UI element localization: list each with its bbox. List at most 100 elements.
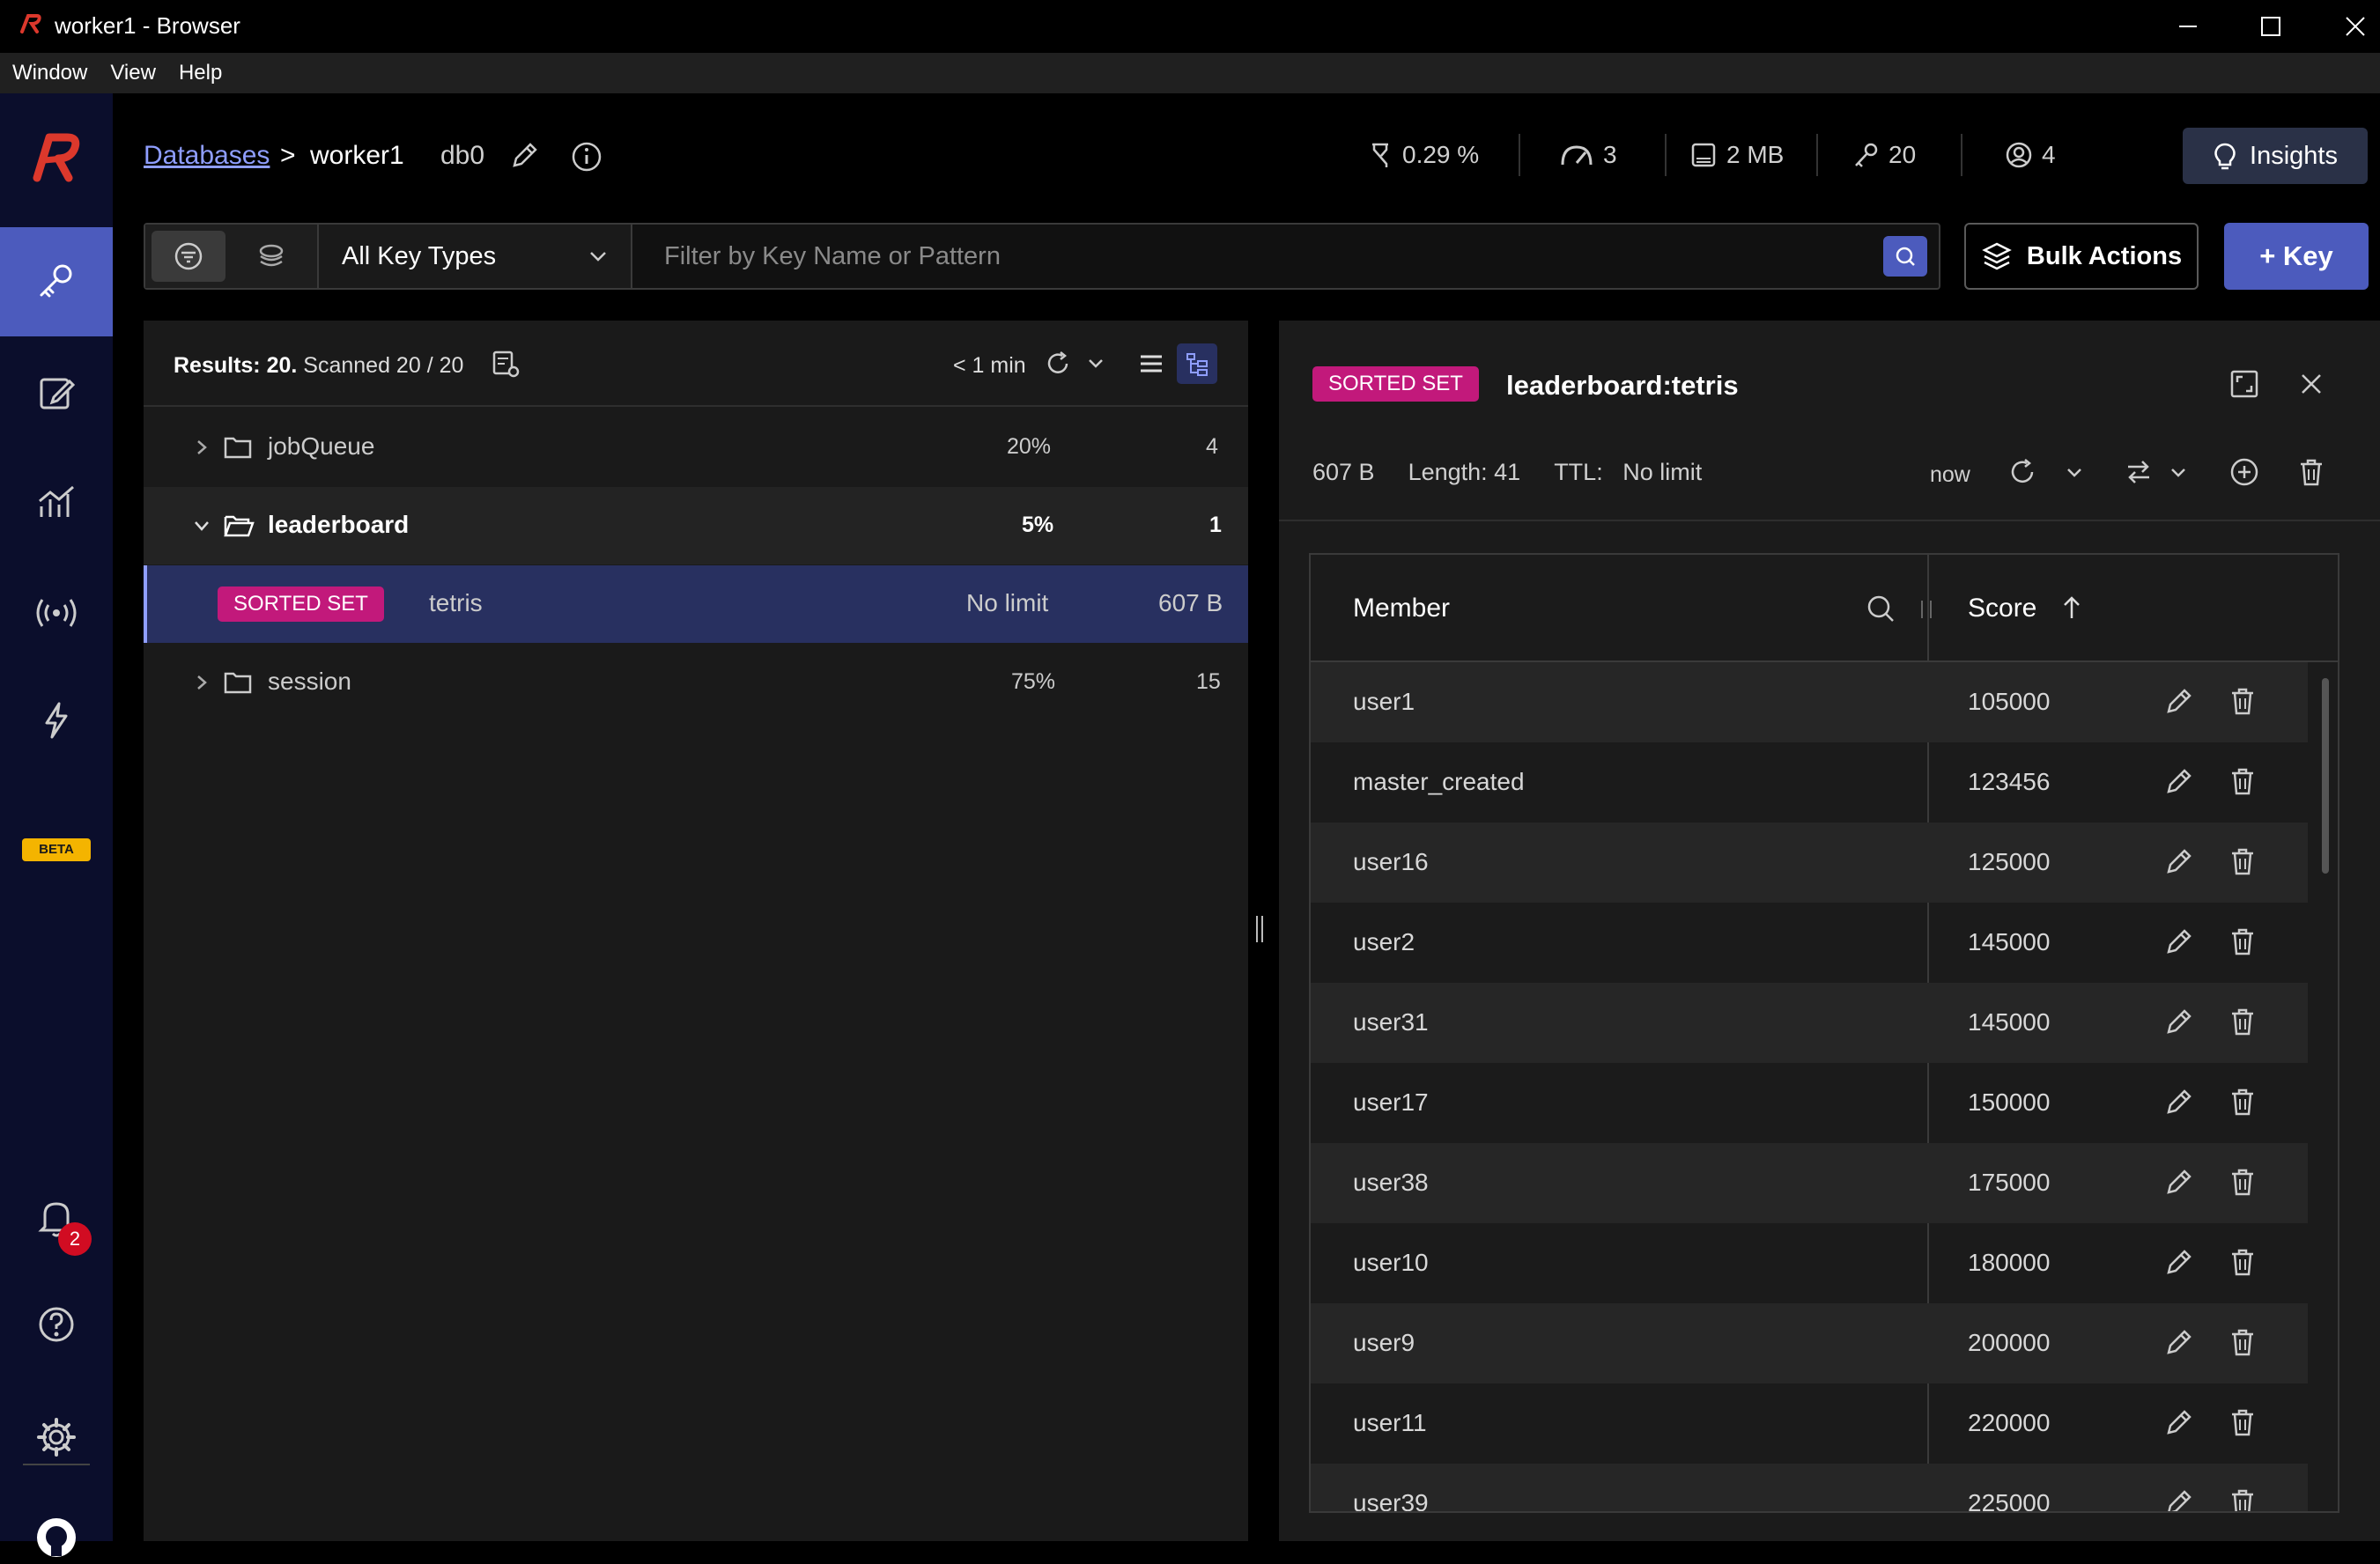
bulk-actions-button[interactable]: Bulk Actions (1964, 223, 2199, 290)
edit-icon[interactable] (2163, 1406, 2195, 1438)
trash-icon[interactable] (2227, 1086, 2258, 1118)
edit-icon[interactable] (2163, 1246, 2195, 1278)
chevron-down-icon (195, 521, 209, 531)
auto-refresh-chevron-down-icon[interactable] (1087, 358, 1105, 370)
table-row[interactable]: user9 200000 (1311, 1303, 2308, 1383)
key-size: 607 B (1158, 589, 1223, 616)
panel-resize-handle[interactable] (1256, 916, 1263, 942)
member-cell: user2 (1353, 928, 1415, 955)
edit-icon[interactable] (2163, 1166, 2195, 1198)
member-search-icon[interactable] (1864, 592, 1897, 625)
table-row[interactable]: user1 105000 (1311, 662, 2308, 742)
tree-view-icon[interactable] (1177, 343, 1217, 384)
trash-icon[interactable] (2227, 1006, 2258, 1037)
folder-key-count: 1 (1209, 513, 1222, 537)
trash-icon[interactable] (2227, 1326, 2258, 1358)
info-icon[interactable] (571, 141, 602, 173)
key-ttl-label[interactable]: TTL: No limit (1554, 459, 1702, 486)
trash-icon[interactable] (2227, 926, 2258, 957)
refresh-icon[interactable] (1043, 349, 1073, 379)
table-row[interactable]: user38 175000 (1311, 1143, 2308, 1223)
menu-window[interactable]: Window (12, 61, 87, 85)
column-resize-handle[interactable] (1921, 601, 1932, 618)
column-header-member[interactable]: Member (1353, 594, 1450, 623)
menu-view[interactable]: View (110, 61, 156, 85)
detail-divider (1279, 520, 2380, 521)
tree-folder-row[interactable]: jobQueue 20% 4 (144, 409, 1248, 486)
github-icon[interactable] (0, 1511, 113, 1564)
sidebar-item-workbench[interactable] (0, 338, 113, 447)
key-row-selected[interactable]: SORTED SET tetris No limit 607 B (144, 565, 1248, 643)
insights-button[interactable]: Insights (2183, 128, 2368, 184)
breadcrumb-databases-link[interactable]: Databases (144, 141, 270, 171)
trash-icon[interactable] (2227, 1406, 2258, 1438)
results-count: Results: 20. (174, 353, 298, 378)
table-row[interactable]: user17 150000 (1311, 1063, 2308, 1143)
edit-db-icon[interactable] (509, 141, 539, 171)
tree-folder-row-expanded[interactable]: leaderboard 5% 1 (144, 487, 1248, 564)
add-key-button[interactable]: + Key (2224, 223, 2369, 290)
auto-refresh-chevron-down-icon[interactable] (2066, 467, 2083, 479)
key-search-input[interactable] (634, 225, 1876, 288)
fullscreen-icon[interactable] (2228, 368, 2260, 400)
sidebar-item-notifications[interactable] (0, 1162, 113, 1272)
trash-icon[interactable] (2227, 685, 2258, 717)
sidebar-item-analysis[interactable] (0, 447, 113, 557)
table-row[interactable]: user10 180000 (1311, 1223, 2308, 1303)
edit-icon[interactable] (2163, 765, 2195, 797)
score-cell: 225000 (1968, 1489, 2051, 1513)
sidebar-item-browser[interactable] (0, 227, 113, 336)
filter-mode-toggle[interactable] (152, 231, 225, 282)
sort-ascending-icon[interactable] (2059, 594, 2084, 622)
table-row[interactable]: user16 125000 (1311, 823, 2308, 903)
scan-settings-icon[interactable] (490, 348, 521, 380)
edit-icon[interactable] (2163, 1487, 2195, 1511)
edit-note-icon (40, 378, 76, 409)
trash-icon[interactable] (2227, 765, 2258, 797)
tree-folder-row[interactable]: session 75% 15 (144, 644, 1248, 721)
delete-key-icon[interactable] (2295, 456, 2327, 488)
edit-icon[interactable] (2163, 1086, 2195, 1118)
app-logo-icon (19, 12, 42, 35)
edit-icon[interactable] (2163, 1326, 2195, 1358)
key-length-label: Length: 41 (1408, 459, 1521, 485)
search-button[interactable] (1883, 236, 1927, 277)
table-row[interactable]: user39 225000 (1311, 1464, 2308, 1513)
menu-help[interactable]: Help (179, 61, 222, 85)
table-row[interactable]: user2 145000 (1311, 903, 2308, 983)
detail-key-name[interactable]: leaderboard:tetris (1506, 370, 1739, 402)
member-cell: user31 (1353, 1008, 1429, 1036)
format-switch-icon[interactable] (2123, 456, 2155, 488)
memory-value: 2 MB (1726, 141, 1785, 168)
trash-icon[interactable] (2227, 1246, 2258, 1278)
table-row[interactable]: master_created 123456 (1311, 742, 2308, 823)
sidebar-item-pubsub[interactable] (0, 558, 113, 668)
refresh-key-icon[interactable] (2007, 456, 2038, 488)
redis-logo-icon[interactable] (0, 102, 113, 211)
close-window-icon[interactable] (2338, 9, 2373, 44)
column-header-score[interactable]: Score (1968, 594, 2036, 623)
edit-icon[interactable] (2163, 1006, 2195, 1037)
speedometer-icon (1561, 145, 1593, 166)
list-view-icon[interactable] (1136, 349, 1166, 379)
trash-icon[interactable] (2227, 845, 2258, 877)
close-details-icon[interactable] (2295, 368, 2327, 400)
maximize-icon[interactable] (2253, 9, 2288, 44)
semantic-search-toggle[interactable] (234, 231, 308, 282)
table-row[interactable]: user11 220000 (1311, 1383, 2308, 1464)
add-member-icon[interactable] (2228, 456, 2260, 488)
sidebar-item-settings[interactable] (0, 1383, 113, 1492)
sidebar-item-triggers[interactable] (0, 666, 113, 775)
edit-icon[interactable] (2163, 845, 2195, 877)
edit-icon[interactable] (2163, 685, 2195, 717)
table-scrollbar[interactable] (2322, 678, 2329, 874)
minimize-icon[interactable] (2170, 9, 2206, 44)
key-type-select[interactable]: All Key Types (319, 225, 632, 288)
format-chevron-down-icon[interactable] (2169, 467, 2187, 479)
table-row[interactable]: user31 145000 (1311, 983, 2308, 1063)
edit-icon[interactable] (2163, 926, 2195, 957)
sidebar-item-help[interactable] (0, 1270, 113, 1379)
score-cell: 175000 (1968, 1169, 2051, 1196)
trash-icon[interactable] (2227, 1166, 2258, 1198)
trash-icon[interactable] (2227, 1487, 2258, 1511)
